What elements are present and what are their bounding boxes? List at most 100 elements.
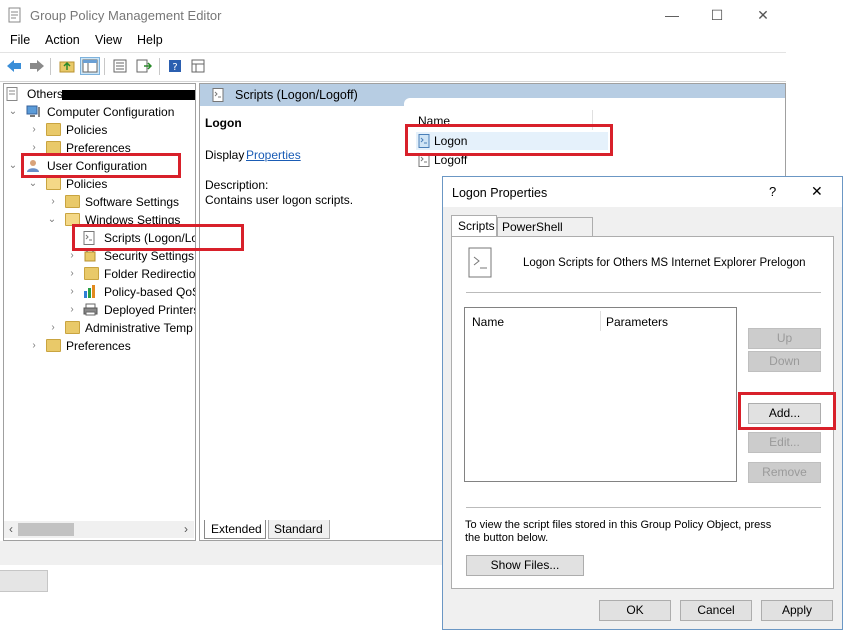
detail-title: Logon bbox=[205, 116, 242, 130]
toolbar: ? bbox=[0, 52, 786, 82]
export-list-icon[interactable] bbox=[134, 57, 154, 75]
menu-bar: File Action View Help bbox=[0, 30, 786, 52]
chevron-down-icon[interactable]: ⌄ bbox=[8, 157, 18, 175]
highlight-user-configuration bbox=[21, 153, 181, 178]
properties-link[interactable]: Properties bbox=[246, 148, 301, 162]
window-title: Group Policy Management Editor bbox=[30, 8, 222, 23]
info-divider bbox=[466, 507, 821, 508]
show-tree-icon[interactable] bbox=[80, 57, 100, 75]
chevron-right-icon[interactable]: › bbox=[67, 283, 77, 301]
highlight-add-button bbox=[738, 392, 836, 430]
tab-extended[interactable]: Extended bbox=[204, 520, 266, 539]
tree-item-folder-redirection[interactable]: › Folder Redirectio bbox=[6, 265, 195, 283]
button-label: Apply bbox=[781, 603, 813, 617]
tab-label: Standard bbox=[274, 522, 323, 536]
chevron-right-icon[interactable]: › bbox=[67, 265, 77, 283]
tree-item-root[interactable]: Others bbox=[6, 85, 195, 103]
toolbar-separator bbox=[50, 58, 51, 75]
status-button-lower[interactable] bbox=[0, 570, 48, 592]
back-arrow-icon[interactable] bbox=[4, 57, 24, 75]
tree-item-deployed-printers[interactable]: › Deployed Printers bbox=[6, 301, 195, 319]
tree-item-cc-policies[interactable]: › Policies bbox=[6, 121, 192, 139]
title-bar: Group Policy Management Editor — ☐ ✕ bbox=[0, 0, 786, 30]
tab-label: Extended bbox=[211, 522, 262, 536]
column-header-name[interactable]: Name bbox=[472, 315, 504, 329]
minimize-button[interactable]: — bbox=[657, 4, 687, 26]
down-button[interactable]: Down bbox=[748, 351, 821, 372]
tree-label: Policies bbox=[66, 123, 108, 137]
edit-button[interactable]: Edit... bbox=[748, 432, 821, 453]
button-label: Remove bbox=[762, 465, 807, 479]
column-header-parameters[interactable]: Parameters bbox=[606, 315, 668, 329]
chevron-right-icon[interactable]: › bbox=[48, 319, 58, 337]
chevron-right-icon[interactable]: › bbox=[29, 121, 39, 139]
printer-icon bbox=[83, 303, 98, 316]
properties-icon[interactable] bbox=[110, 57, 130, 75]
remove-button[interactable]: Remove bbox=[748, 462, 821, 483]
tab-powershell-scripts[interactable]: PowerShell Scripts bbox=[497, 217, 593, 248]
console-tree: Others ⌄ Computer Configuration › Polici… bbox=[3, 83, 196, 541]
chevron-right-icon[interactable]: › bbox=[29, 337, 39, 355]
close-button[interactable]: ✕ bbox=[748, 4, 778, 26]
menu-file[interactable]: File bbox=[10, 33, 30, 47]
apply-button[interactable]: Apply bbox=[761, 600, 833, 621]
button-label: OK bbox=[626, 603, 644, 617]
maximize-button[interactable]: ☐ bbox=[702, 4, 732, 26]
folder-icon bbox=[65, 195, 80, 208]
dialog-heading: Logon Scripts for Others MS Internet Exp… bbox=[523, 257, 806, 269]
scroll-right-icon[interactable]: › bbox=[180, 521, 192, 538]
filter-view-icon[interactable] bbox=[188, 57, 208, 75]
toolbar-separator bbox=[159, 58, 160, 75]
redacted-bar bbox=[62, 90, 195, 100]
help-icon[interactable]: ? bbox=[165, 57, 185, 75]
up-button[interactable]: Up bbox=[748, 328, 821, 349]
chart-bar-icon bbox=[83, 285, 98, 298]
description-text: Contains user logon scripts. bbox=[205, 193, 354, 207]
tree-item-admin-templates[interactable]: › Administrative Temp bbox=[6, 319, 193, 337]
dialog-help-button[interactable]: ? bbox=[769, 184, 776, 199]
forward-arrow-icon[interactable] bbox=[27, 57, 47, 75]
tab-label: Scripts bbox=[458, 219, 495, 233]
cancel-button[interactable]: Cancel bbox=[680, 600, 752, 621]
scroll-left-icon[interactable]: ‹ bbox=[5, 521, 17, 538]
menu-help[interactable]: Help bbox=[137, 33, 163, 47]
folder-open-icon bbox=[46, 177, 61, 190]
column-divider bbox=[600, 311, 601, 331]
tree-horizontal-scrollbar[interactable]: ‹ › bbox=[4, 521, 194, 538]
scroll-thumb[interactable] bbox=[18, 523, 74, 536]
background-strip bbox=[0, 565, 442, 630]
chevron-right-icon[interactable]: › bbox=[48, 193, 58, 211]
info-text: To view the script files stored in this … bbox=[465, 519, 772, 544]
app-icon bbox=[8, 7, 22, 23]
folder-icon bbox=[46, 339, 61, 352]
scripts-table[interactable]: Name Parameters bbox=[464, 307, 737, 482]
button-label: Down bbox=[769, 354, 800, 368]
highlight-scripts bbox=[72, 224, 244, 251]
chevron-down-icon[interactable]: ⌄ bbox=[47, 211, 57, 229]
computer-icon bbox=[26, 105, 41, 118]
tab-standard[interactable]: Standard bbox=[268, 520, 330, 539]
chevron-down-icon[interactable]: ⌄ bbox=[8, 103, 18, 121]
tree-label: Software Settings bbox=[85, 195, 180, 209]
tree-label: Computer Configuration bbox=[47, 105, 175, 119]
tab-scripts[interactable]: Scripts bbox=[451, 215, 497, 237]
heading-divider bbox=[466, 292, 821, 293]
tree-item-uc-preferences[interactable]: › Preferences bbox=[6, 337, 192, 355]
up-folder-icon[interactable] bbox=[57, 57, 77, 75]
tree-item-software-settings[interactable]: › Software Settings bbox=[6, 193, 192, 211]
description-label: Description: bbox=[205, 178, 269, 192]
tree-item-policy-qos[interactable]: › Policy-based QoS bbox=[6, 283, 195, 301]
show-files-button[interactable]: Show Files... bbox=[466, 555, 584, 576]
menu-action[interactable]: Action bbox=[45, 33, 80, 47]
dialog-title: Logon Properties bbox=[452, 186, 548, 200]
dialog-close-button[interactable]: ✕ bbox=[811, 183, 823, 200]
folder-icon bbox=[65, 321, 80, 334]
tree-label: Policy-based QoS bbox=[104, 285, 196, 299]
menu-view[interactable]: View bbox=[95, 33, 122, 47]
folder-icon bbox=[84, 267, 99, 280]
tree-label: Deployed Printers bbox=[104, 303, 196, 317]
chevron-right-icon[interactable]: › bbox=[67, 301, 77, 319]
document-icon bbox=[6, 87, 21, 101]
ok-button[interactable]: OK bbox=[599, 600, 671, 621]
tree-item-computer-configuration[interactable]: ⌄ Computer Configuration bbox=[6, 103, 192, 121]
